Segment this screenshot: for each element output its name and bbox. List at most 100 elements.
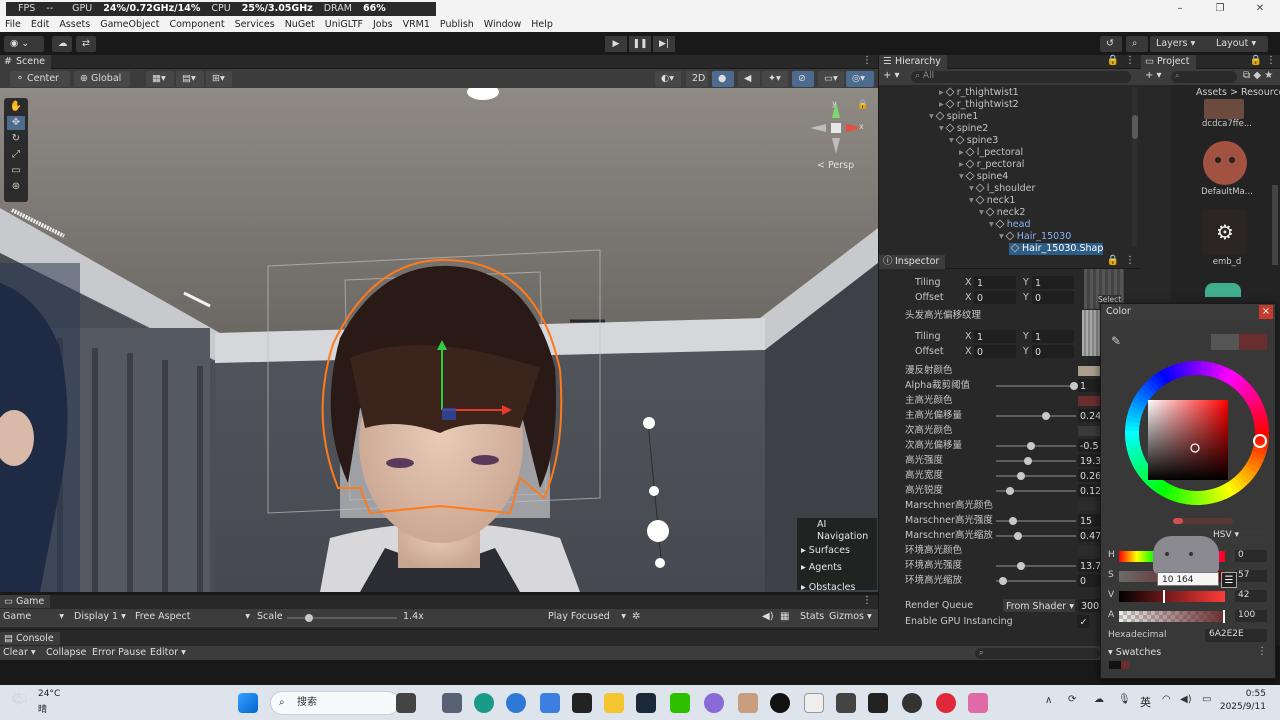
v-input[interactable]: 42 bbox=[1235, 590, 1267, 602]
rider-icon[interactable] bbox=[868, 693, 888, 713]
volume-icon[interactable]: ◀) bbox=[1180, 694, 1192, 705]
hierarchy-item[interactable]: ▾ spine4 bbox=[959, 171, 1008, 183]
asset-thumbnail-2[interactable] bbox=[1203, 141, 1247, 185]
layout-dropdown[interactable]: Layout ▾ bbox=[1210, 36, 1268, 52]
hierarchy-item[interactable]: ▸ r_thightwist1 bbox=[939, 87, 1019, 99]
menu-item-component[interactable]: Component bbox=[164, 18, 229, 31]
render-queue-dropdown[interactable]: From Shader ▾ bbox=[1003, 599, 1075, 612]
image-viewer-icon[interactable] bbox=[738, 693, 758, 713]
swatch-red[interactable] bbox=[1121, 661, 1129, 669]
snap-icon[interactable]: ▤▾ bbox=[176, 71, 204, 87]
menu-item-jobs[interactable]: Jobs bbox=[368, 18, 398, 31]
close-window-button[interactable]: ✕ bbox=[1240, 0, 1280, 18]
hierarchy-item[interactable]: ▸ l_pectoral bbox=[959, 147, 1023, 159]
asset-thumbnail-4[interactable] bbox=[1205, 283, 1241, 297]
qq-icon[interactable] bbox=[770, 693, 790, 713]
inspector-menu-icon[interactable]: ⋮ bbox=[1125, 255, 1135, 266]
hierarchy-item[interactable]: ▾ spine1 bbox=[929, 111, 978, 123]
scale-slider[interactable] bbox=[287, 614, 397, 622]
offset-y-input[interactable]: 0 bbox=[1032, 291, 1074, 304]
temperature-label[interactable]: 24°C bbox=[38, 689, 60, 699]
tiling2-x-input[interactable]: 1 bbox=[974, 330, 1016, 343]
pause-button[interactable]: ❚❚ bbox=[629, 36, 651, 52]
property-slider[interactable] bbox=[996, 562, 1076, 570]
stats-grid-icon[interactable]: ▦ bbox=[780, 611, 789, 622]
h-input[interactable]: 0 bbox=[1235, 550, 1267, 562]
property-slider[interactable] bbox=[996, 412, 1076, 420]
microphone-icon[interactable]: 🎙 bbox=[1118, 694, 1131, 705]
edge-dev-icon[interactable] bbox=[506, 693, 526, 713]
property-slider[interactable] bbox=[996, 487, 1076, 495]
menu-item-vrm1[interactable]: VRM1 bbox=[398, 18, 435, 31]
display-dropdown[interactable]: Display 1 ▾ bbox=[74, 611, 126, 622]
hierarchy-search-input[interactable]: ⌕ All bbox=[911, 71, 1131, 83]
tab-hierarchy[interactable]: ☰ Hierarchy bbox=[879, 55, 947, 69]
cloud-icon[interactable]: ☁ bbox=[52, 36, 72, 52]
eyedropper-icon[interactable]: ✎ bbox=[1111, 334, 1121, 348]
tray-app-icon[interactable]: ⟳ bbox=[1068, 694, 1076, 705]
hierarchy-item[interactable]: ▾ neck1 bbox=[969, 195, 1015, 207]
wechat-icon[interactable] bbox=[670, 693, 690, 713]
asset-thumbnail-1[interactable] bbox=[1204, 99, 1244, 119]
project-create-dropdown[interactable]: + ▾ bbox=[1145, 70, 1162, 81]
tab-console[interactable]: ▤ Console bbox=[0, 632, 60, 645]
stats-button[interactable]: Stats bbox=[800, 611, 824, 622]
gizmos-dropdown[interactable]: Gizmos ▾ bbox=[829, 611, 872, 622]
transform-tool-icon[interactable]: ⊛ bbox=[7, 180, 25, 194]
layers-dropdown[interactable]: Layers ▾ bbox=[1150, 36, 1212, 52]
hierarchy-item[interactable]: ▾ Hair_15030 bbox=[999, 231, 1071, 243]
hierarchy-menu-icon[interactable]: ⋮ bbox=[1125, 55, 1135, 66]
console-search-input[interactable]: ⌕ bbox=[975, 648, 1100, 659]
taskview-icon[interactable] bbox=[396, 693, 416, 713]
clock-time[interactable]: 0:55 bbox=[1218, 689, 1266, 699]
tray-cloud-icon[interactable]: ☁ bbox=[1094, 694, 1104, 705]
s-input[interactable]: 57 bbox=[1235, 570, 1267, 582]
menu-item-publish[interactable]: Publish bbox=[435, 18, 479, 31]
close-picker-button[interactable]: × bbox=[1259, 305, 1273, 319]
gizmos-icon[interactable]: ◎▾ bbox=[846, 71, 874, 87]
breadcrumb-assets[interactable]: Assets bbox=[1196, 87, 1227, 98]
property-slider[interactable] bbox=[996, 577, 1076, 585]
property-slider[interactable] bbox=[996, 442, 1076, 450]
hierarchy-item[interactable]: ▸ r_thightwist2 bbox=[939, 99, 1019, 111]
panel-menu-icon[interactable]: ⋮ bbox=[862, 55, 872, 66]
hierarchy-item[interactable]: ▸ r_pectoral bbox=[959, 159, 1024, 171]
hierarchy-item[interactable]: ▾ l_shoulder bbox=[969, 183, 1035, 195]
aspect-dropdown[interactable]: Free Aspect ▾ bbox=[135, 611, 250, 622]
clock-date[interactable]: 2025/9/11 bbox=[1214, 702, 1266, 712]
tab-inspector[interactable]: ⓘ Inspector bbox=[879, 255, 946, 269]
lock-icon[interactable]: 🔒 bbox=[857, 100, 868, 110]
property-slider[interactable] bbox=[996, 382, 1078, 390]
game-menu-icon[interactable]: ⋮ bbox=[862, 595, 872, 606]
a-input[interactable]: 100 bbox=[1235, 610, 1267, 622]
play-focused-dropdown[interactable]: Play Focused ▾ bbox=[548, 611, 626, 622]
property-slider[interactable] bbox=[996, 472, 1076, 480]
increment-snap-icon[interactable]: ⊞▾ bbox=[206, 71, 232, 87]
bilibili-icon[interactable] bbox=[968, 693, 988, 713]
swatch-black[interactable] bbox=[1109, 661, 1121, 669]
rotate-tool-icon[interactable]: ↻ bbox=[7, 132, 25, 146]
weather-icon[interactable]: 🌤 bbox=[10, 691, 28, 707]
move-tool-icon[interactable]: ✥ bbox=[7, 116, 25, 130]
unity-editor-icon[interactable] bbox=[836, 693, 856, 713]
offset2-x-input[interactable]: 0 bbox=[974, 345, 1016, 358]
2d-toggle[interactable]: 2D bbox=[686, 71, 708, 87]
tab-project[interactable]: ▭ Project bbox=[1141, 55, 1196, 69]
previous-color-swatch[interactable] bbox=[1211, 334, 1239, 350]
swatches-foldout[interactable]: ▾ Swatches bbox=[1108, 647, 1161, 658]
edge-icon[interactable] bbox=[474, 693, 494, 713]
menu-item-window[interactable]: Window bbox=[479, 18, 526, 31]
hand-tool-icon[interactable]: ✋ bbox=[7, 100, 25, 114]
hidden-objects-icon[interactable]: ⊘ bbox=[792, 71, 814, 87]
create-dropdown[interactable]: + ▾ bbox=[883, 70, 900, 81]
menu-item-edit[interactable]: Edit bbox=[26, 18, 54, 31]
folder-icon[interactable] bbox=[604, 693, 624, 713]
offset-x-input[interactable]: 0 bbox=[974, 291, 1016, 304]
hierarchy-item[interactable]: Hair_15030.Shap bbox=[1009, 243, 1104, 255]
tiling2-y-input[interactable]: 1 bbox=[1032, 330, 1074, 343]
shading-mode-icon[interactable]: ◐▾ bbox=[655, 71, 681, 87]
editor-dropdown[interactable]: Editor ▾ bbox=[150, 647, 186, 658]
bug-icon[interactable]: ✲ bbox=[632, 611, 640, 622]
asset-label-1[interactable]: dcdca7ffe... bbox=[1197, 119, 1257, 129]
a-slider[interactable] bbox=[1119, 610, 1225, 623]
